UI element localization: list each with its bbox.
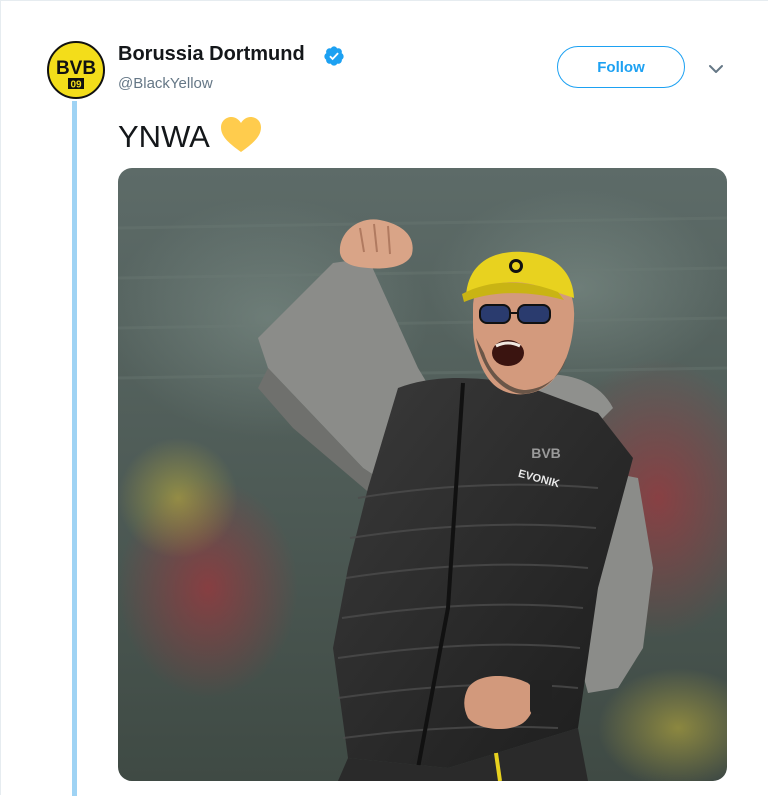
bvb-logo-icon: BVB 09 — [50, 44, 102, 96]
follow-button[interactable]: Follow — [557, 46, 685, 88]
yellow-heart-icon — [220, 117, 261, 152]
photo-illustration: BVB EVONIK — [118, 168, 727, 781]
vest-logo: BVB — [531, 445, 561, 461]
avatar-year: 09 — [70, 80, 82, 91]
chevron-down-icon[interactable] — [705, 58, 727, 80]
tweet-text: YNWA — [118, 116, 262, 157]
thread-line — [72, 101, 77, 796]
tweet-photo[interactable]: BVB EVONIK — [118, 168, 727, 781]
tweet-text-content: YNWA — [118, 119, 210, 154]
handle[interactable]: @BlackYellow — [118, 75, 213, 92]
tweet-card: BVB 09 Borussia Dortmund @BlackYellow Fo… — [0, 0, 768, 796]
avatar-text: BVB — [56, 58, 96, 79]
avatar[interactable]: BVB 09 — [47, 41, 105, 99]
display-name[interactable]: Borussia Dortmund — [118, 43, 305, 66]
verified-badge-icon — [324, 46, 344, 66]
